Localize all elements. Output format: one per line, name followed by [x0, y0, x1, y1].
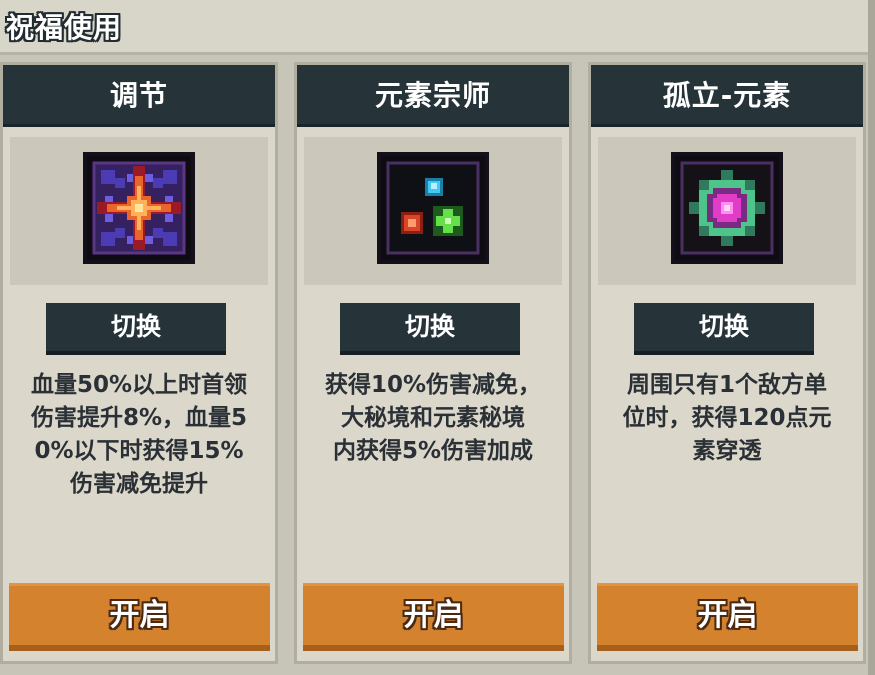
blessing-description: 周围只有1个敌方单 位时，获得120点元 素穿透: [622, 372, 832, 464]
switch-button[interactable]: 切换: [46, 303, 226, 355]
three-element-gems-icon: [377, 152, 489, 264]
card-header: 孤立-元素: [591, 65, 863, 127]
blessing-card-yuansu-zongshi: 元素宗师 切换 获得10%伤害减免， 大秘境和元素秘境 内获得5%伤害加成 开启: [294, 62, 572, 664]
blessing-description: 血量50%以上时首领 伤害提升8%，血量5 0%以下时获得15% 伤害减免提升: [30, 372, 248, 497]
card-title: 元素宗师: [374, 79, 491, 112]
open-button-label: 开启: [403, 598, 464, 633]
card-header: 调节: [3, 65, 275, 127]
open-button[interactable]: 开启: [597, 583, 858, 651]
icon-panel: [10, 137, 268, 285]
switch-button-label: 切换: [110, 312, 161, 341]
open-button-label: 开启: [697, 598, 758, 633]
switch-button-label: 切换: [404, 312, 455, 341]
window-title: 祝福使用: [6, 11, 123, 44]
open-button[interactable]: 开启: [303, 583, 564, 651]
orange-star-on-purple-grid-icon: [83, 152, 195, 264]
window-right-edge: [868, 0, 875, 675]
icon-panel: [304, 137, 562, 285]
blessing-card-tiaojie: 调节 切换 血量50%以上时首领 伤害提升8%，血量5 0%以下时获得15% 伤…: [0, 62, 278, 664]
open-button-label: 开启: [109, 598, 170, 633]
blessing-window: 祝福使用 调节 切换 血量50%以上时首领 伤害提升8%，血量5 0%以下时获得…: [0, 0, 875, 675]
switch-button-label: 切换: [698, 312, 749, 341]
switch-button[interactable]: 切换: [340, 303, 520, 355]
open-button[interactable]: 开启: [9, 583, 270, 651]
card-title: 调节: [109, 79, 168, 112]
magenta-green-burst-icon: [671, 152, 783, 264]
switch-button[interactable]: 切换: [634, 303, 814, 355]
title-bar: 祝福使用: [0, 0, 868, 55]
card-title: 孤立-元素: [662, 79, 792, 112]
blessing-card-guli-yuansu: 孤立-元素 切换 周围只有1个敌方单 位时，获得120点元 素穿透 开启: [588, 62, 866, 664]
blessing-description: 获得10%伤害减免， 大秘境和元素秘境 内获得5%伤害加成: [324, 372, 542, 464]
icon-panel: [598, 137, 856, 285]
card-header: 元素宗师: [297, 65, 569, 127]
